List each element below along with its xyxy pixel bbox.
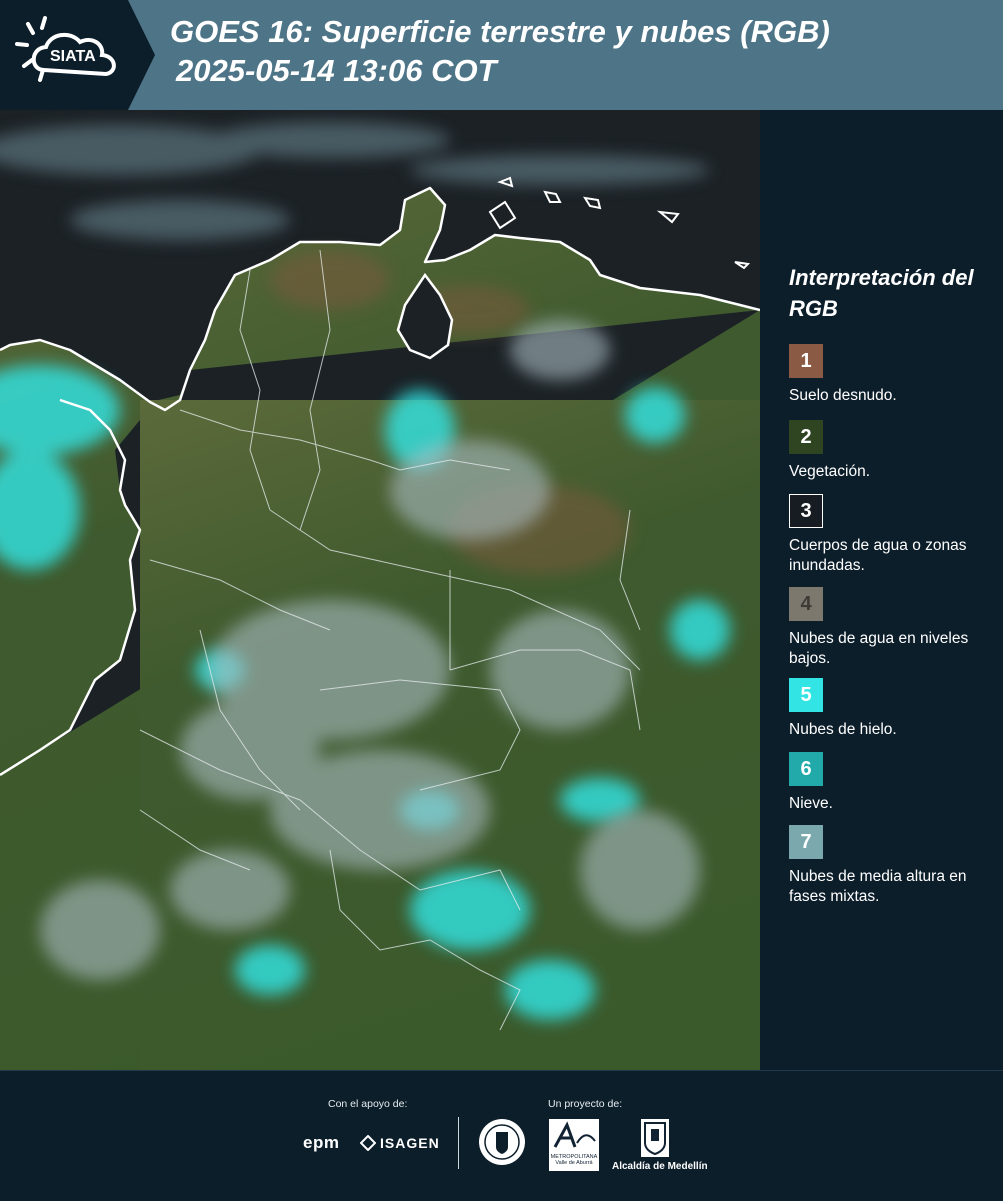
legend-title: Interpretación del RGB	[789, 265, 974, 321]
isagen-text: ISAGEN	[380, 1135, 440, 1151]
footer-divider	[458, 1117, 459, 1169]
legend-item-1: 1 Suelo desnudo.	[789, 344, 994, 406]
legend-label-7: Nubes de media altura en fases mixtas.	[789, 868, 967, 905]
legend-item-3: 3 Cuerpos de agua o zonas inundadas.	[789, 494, 994, 575]
isagen-icon	[360, 1135, 376, 1151]
legend-swatch-6: 6	[789, 752, 823, 786]
timestamp: 2025-05-14 13:06 COT	[176, 53, 497, 88]
page-title: GOES 16: Superficie terrestre y nubes (R…	[170, 14, 830, 49]
legend-swatch-7: 7	[789, 825, 823, 859]
legend-item-4: 4 Nubes de agua en niveles bajos.	[789, 587, 994, 668]
legend-item-5: 5 Nubes de hielo.	[789, 678, 994, 740]
legend-label-4: Nubes de agua en niveles bajos.	[789, 630, 969, 667]
legend-swatch-2: 2	[789, 420, 823, 454]
support-label: Con el apoyo de:	[328, 1098, 408, 1110]
legend-swatch-5: 5	[789, 678, 823, 712]
metropolitana-text: METROPOLITANA Valle de Aburrá	[550, 1154, 598, 1166]
legend-panel: Interpretación del RGB 1 Suelo desnudo. …	[762, 110, 1003, 1070]
alcaldia-label[interactable]: Alcaldía de Medellín	[612, 1161, 708, 1172]
satellite-map-svg	[0, 110, 760, 1070]
legend-item-7: 7 Nubes de media altura en fases mixtas.	[789, 825, 994, 906]
shield-icon	[644, 1122, 666, 1156]
legend-swatch-4: 4	[789, 587, 823, 621]
satellite-image[interactable]	[0, 110, 760, 1070]
epm-logo[interactable]: epm	[303, 1133, 339, 1153]
siata-logo[interactable]: SIATA	[0, 0, 155, 110]
legend-swatch-1: 1	[789, 344, 823, 378]
legend-label-5: Nubes de hielo.	[789, 721, 897, 738]
isagen-logo[interactable]: ISAGEN	[360, 1135, 440, 1151]
logo-panel: SIATA	[0, 0, 155, 110]
legend-label-3: Cuerpos de agua o zonas inundadas.	[789, 537, 967, 574]
metropolitana-icon	[553, 1121, 596, 1148]
header-bar: SIATA GOES 16: Superficie terrestre y nu…	[0, 0, 1003, 110]
legend-item-2: 2 Vegetación.	[789, 420, 994, 482]
legend-label-2: Vegetación.	[789, 463, 871, 480]
project-label: Un proyecto de:	[548, 1098, 623, 1110]
legend-label-6: Nieve.	[789, 795, 833, 812]
legend-label-1: Suelo desnudo.	[789, 387, 897, 404]
legend-swatch-3: 3	[789, 494, 823, 528]
alcaldia-shield-icon[interactable]	[641, 1119, 669, 1157]
legend-item-6: 6 Nieve.	[789, 752, 994, 814]
footer: Con el apoyo de: Un proyecto de: epm ISA…	[0, 1070, 1003, 1201]
logo-text: SIATA	[50, 48, 96, 65]
medellin-seal-icon[interactable]	[477, 1117, 527, 1167]
